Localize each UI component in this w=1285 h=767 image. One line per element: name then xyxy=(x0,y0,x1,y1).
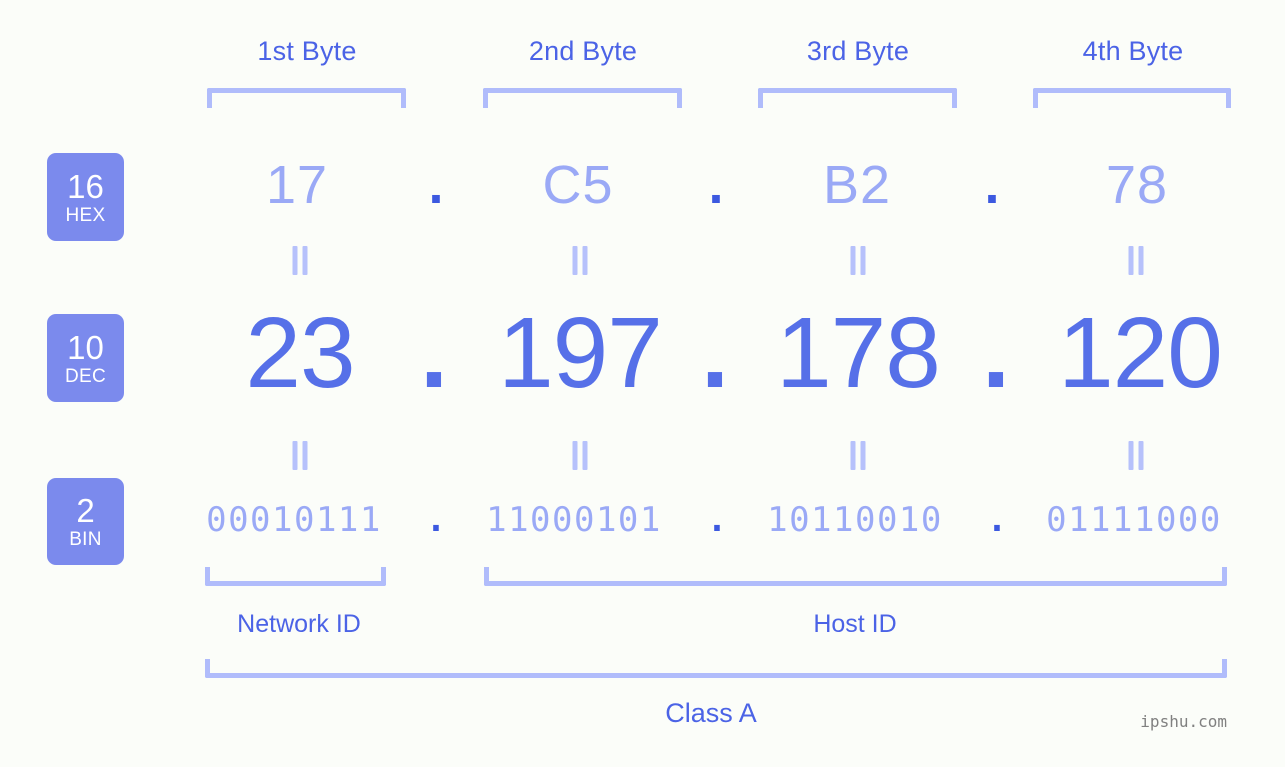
equivalence-mark-hex-dec-1 xyxy=(292,246,309,275)
bin-separator-2: . xyxy=(706,500,728,540)
bin-separator-3: . xyxy=(986,500,1008,540)
byte-header-1: 1st Byte xyxy=(257,36,357,66)
base-badge-hex: 16 HEX xyxy=(47,153,124,241)
bin-separator-1: . xyxy=(425,500,447,540)
base-badge-hex-name: HEX xyxy=(65,204,106,226)
equivalence-mark-hex-dec-3 xyxy=(850,246,867,275)
class-bracket xyxy=(205,659,1227,678)
bin-byte-2: 11000101 xyxy=(486,500,662,540)
byte-bracket-4 xyxy=(1033,88,1231,108)
class-label: Class A xyxy=(665,698,757,728)
dec-byte-1: 23 xyxy=(245,297,355,409)
equivalence-mark-dec-bin-4 xyxy=(1128,441,1145,470)
equivalence-mark-hex-dec-4 xyxy=(1128,246,1145,275)
base-badge-bin-name: BIN xyxy=(69,529,102,550)
equivalence-mark-dec-bin-1 xyxy=(292,441,309,470)
network-id-label: Network ID xyxy=(237,610,361,638)
bin-byte-3: 10110010 xyxy=(767,500,943,540)
byte-bracket-1 xyxy=(207,88,406,108)
hex-separator-3: . xyxy=(984,155,1000,215)
bin-byte-1: 00010111 xyxy=(206,500,382,540)
hex-byte-1: 17 xyxy=(265,155,329,215)
dec-separator-2: . xyxy=(701,297,729,409)
dec-byte-2: 197 xyxy=(498,297,663,409)
equivalence-mark-hex-dec-2 xyxy=(572,246,589,275)
hex-separator-2: . xyxy=(708,155,724,215)
base-badge-bin-number: 2 xyxy=(76,492,95,529)
dec-byte-4: 120 xyxy=(1058,297,1223,409)
byte-bracket-2 xyxy=(483,88,682,108)
hex-separator-1: . xyxy=(428,155,444,215)
base-badge-dec: 10 DEC xyxy=(47,314,124,402)
dec-separator-1: . xyxy=(420,297,448,409)
byte-bracket-3 xyxy=(758,88,957,108)
watermark: ipshu.com xyxy=(1140,712,1227,731)
hex-byte-2: C5 xyxy=(542,155,614,215)
hex-byte-4: 78 xyxy=(1105,155,1169,215)
base-badge-bin: 2 BIN xyxy=(47,478,124,565)
base-badge-dec-name: DEC xyxy=(64,365,106,387)
byte-header-4: 4th Byte xyxy=(1082,36,1184,66)
host-id-bracket xyxy=(484,567,1227,586)
dec-separator-3: . xyxy=(982,297,1010,409)
ip-breakdown-diagram: 1st Byte 2nd Byte 3rd Byte 4th Byte 16 H… xyxy=(0,0,1285,767)
host-id-label: Host ID xyxy=(813,610,897,638)
hex-byte-3: B2 xyxy=(822,155,892,215)
byte-header-3: 3rd Byte xyxy=(806,36,910,66)
bin-byte-4: 01111000 xyxy=(1046,500,1222,540)
network-id-bracket xyxy=(205,567,386,586)
byte-header-2: 2nd Byte xyxy=(528,36,638,66)
equivalence-mark-dec-bin-2 xyxy=(572,441,589,470)
equivalence-mark-dec-bin-3 xyxy=(850,441,867,470)
dec-byte-3: 178 xyxy=(776,297,941,409)
base-badge-dec-number: 10 xyxy=(67,328,104,366)
base-badge-hex-number: 16 xyxy=(67,167,104,205)
